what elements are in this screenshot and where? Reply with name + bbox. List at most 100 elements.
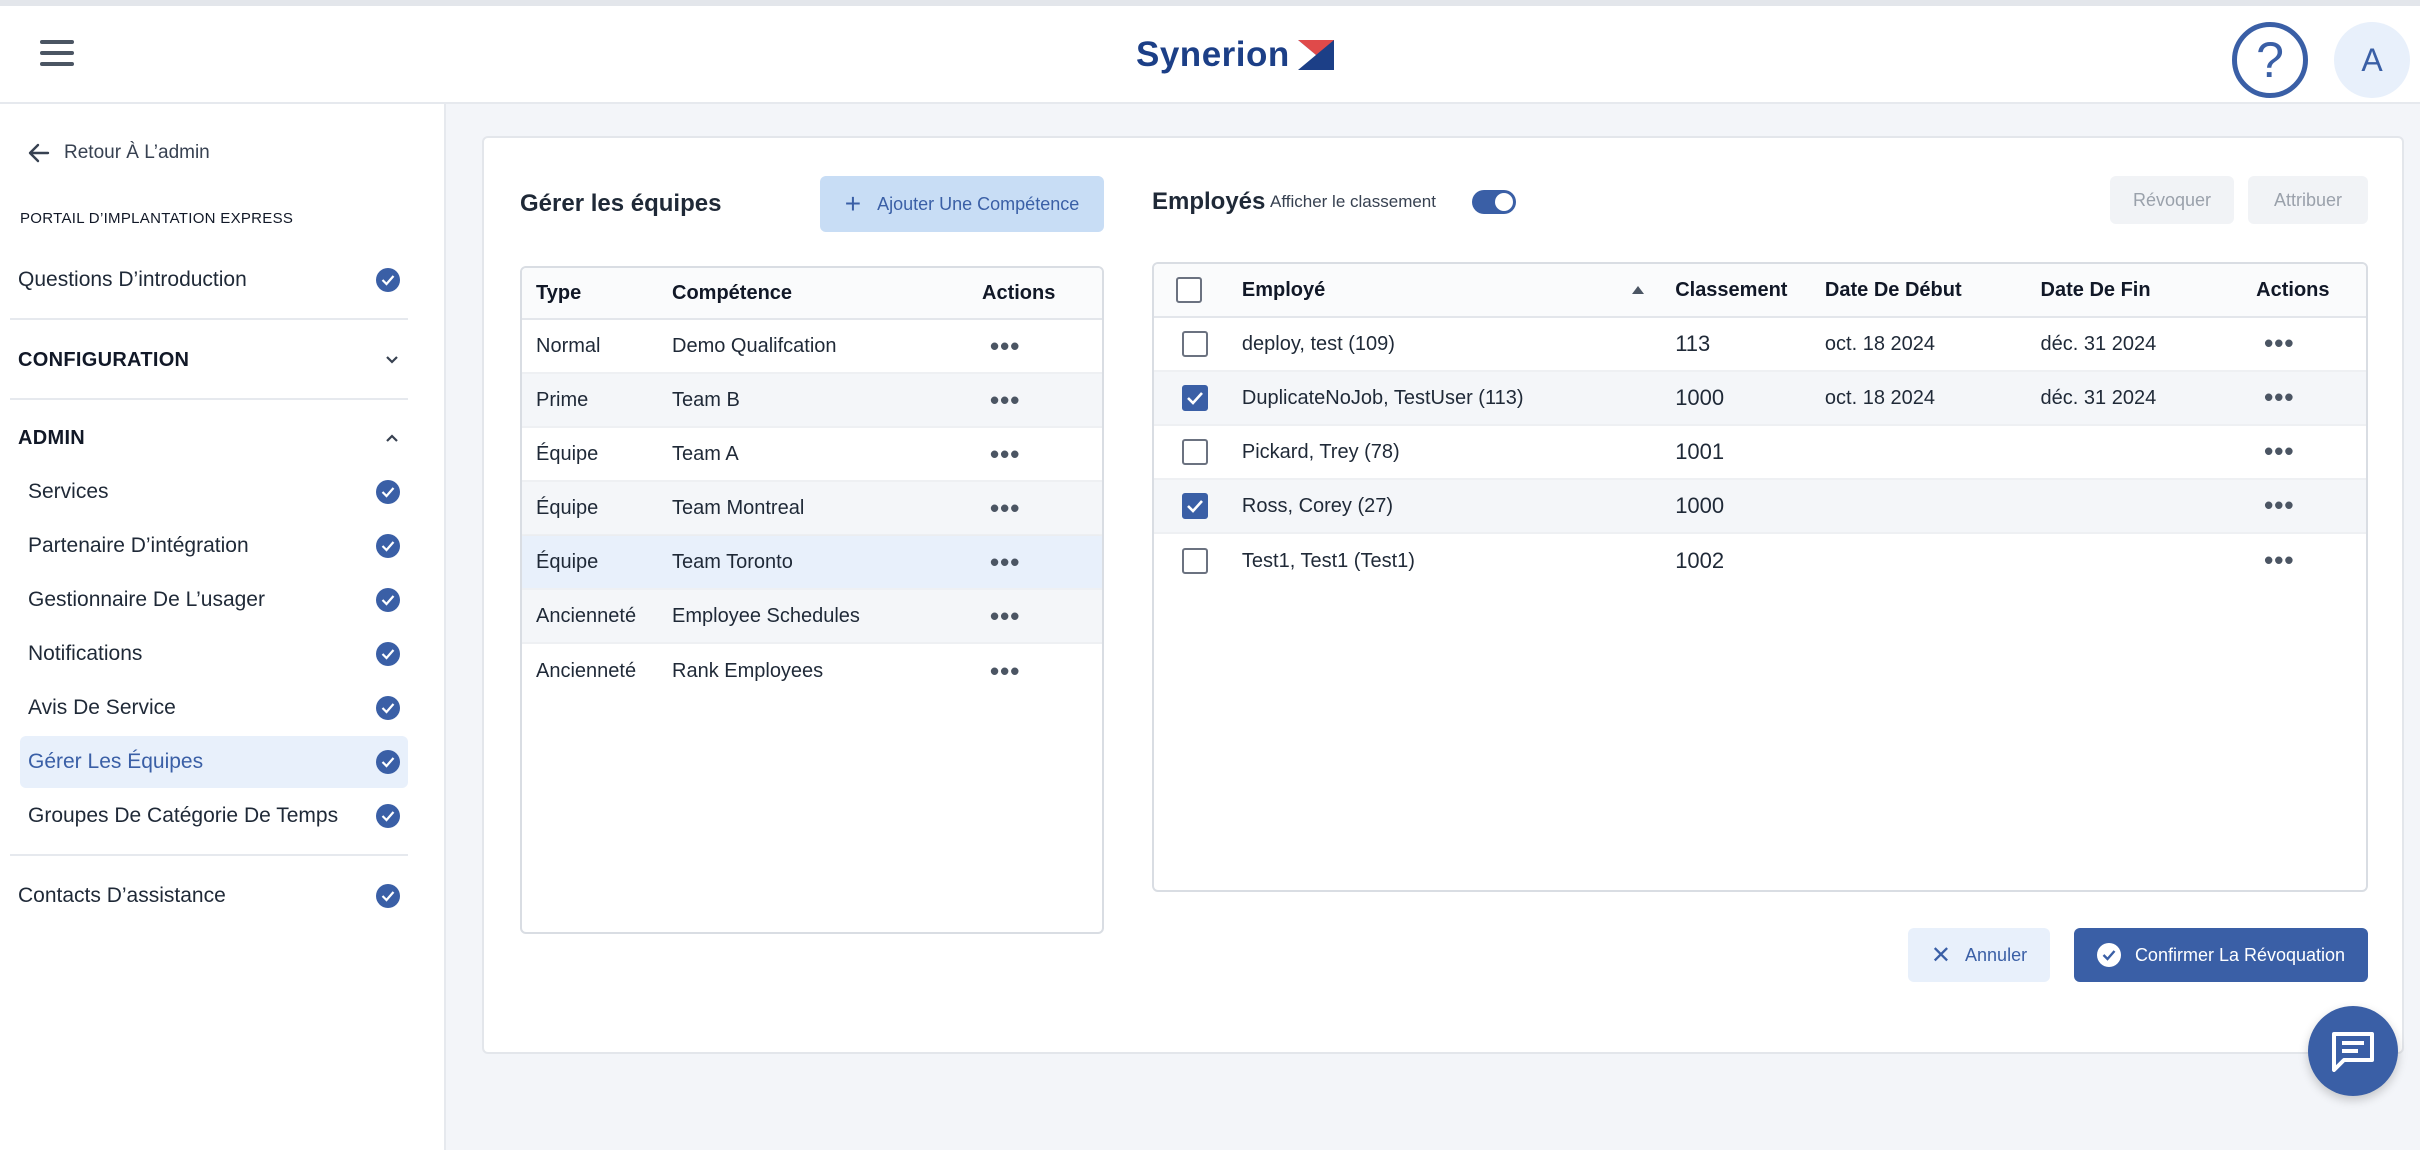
row-checkbox-checked[interactable] bbox=[1182, 385, 1208, 411]
sidebar-item-time-category-groups[interactable]: Groupes De Catégorie De Temps bbox=[20, 790, 408, 842]
row-checkbox[interactable] bbox=[1182, 548, 1208, 574]
row-checkbox-checked[interactable] bbox=[1182, 493, 1208, 519]
employees-title: Employés bbox=[1152, 188, 1266, 215]
sidebar-item-label: Groupes De Catégorie De Temps bbox=[28, 804, 339, 827]
row-checkbox[interactable] bbox=[1182, 439, 1208, 465]
sidebar-item-label: Avis De Service bbox=[28, 696, 176, 719]
plus-icon: + bbox=[844, 188, 862, 219]
more-actions-icon[interactable]: ••• bbox=[982, 495, 1028, 521]
column-skill[interactable]: Compétence bbox=[672, 282, 982, 305]
cell-type: Ancienneté bbox=[536, 659, 637, 682]
hamburger-icon[interactable] bbox=[40, 40, 76, 70]
column-actions: Actions bbox=[2256, 278, 2330, 301]
table-row[interactable]: DuplicateNoJob, TestUser (113) 1000 oct.… bbox=[1154, 372, 2366, 426]
confirm-label: Confirmer La Révoquation bbox=[2134, 944, 2346, 965]
sidebar-divider bbox=[10, 398, 408, 400]
arrow-left-icon bbox=[28, 143, 50, 163]
section-label: CONFIGURATION bbox=[18, 348, 190, 371]
sort-ascending-icon bbox=[1632, 286, 1645, 294]
column-rank[interactable]: Classement bbox=[1675, 279, 1825, 302]
table-row[interactable]: Pickard, Trey (78) 1001 ••• bbox=[1154, 426, 2366, 480]
sidebar-divider bbox=[10, 318, 408, 320]
more-actions-icon[interactable]: ••• bbox=[982, 658, 1028, 684]
sidebar-item-integration-partner[interactable]: Partenaire D’intégration bbox=[20, 520, 408, 572]
sidebar-item-intro-questions[interactable]: Questions D’introduction bbox=[10, 254, 408, 306]
table-row[interactable]: deploy, test (109) 113 oct. 18 2024 déc.… bbox=[1154, 318, 2366, 372]
sidebar-item-notifications[interactable]: Notifications bbox=[20, 628, 408, 680]
sidebar-section-configuration[interactable]: CONFIGURATION bbox=[10, 334, 408, 386]
confirm-revocation-button[interactable]: Confirmer La Révoquation bbox=[2074, 928, 2368, 982]
assign-button[interactable]: Attribuer bbox=[2248, 176, 2368, 224]
check-circle-icon bbox=[376, 480, 400, 504]
sidebar-item-label: Services bbox=[28, 480, 109, 503]
cell-start-date: oct. 18 2024 bbox=[1824, 386, 1936, 409]
sidebar-item-manage-teams[interactable]: Gérer Les Équipes bbox=[20, 736, 408, 788]
show-rank-toggle[interactable] bbox=[1472, 190, 1516, 214]
cell-type: Ancienneté bbox=[536, 604, 637, 627]
logo-text: Synerion bbox=[1136, 35, 1290, 74]
table-row[interactable]: Normal Demo Qualifcation ••• bbox=[522, 320, 1102, 374]
cell-rank: 1001 bbox=[1675, 439, 1725, 464]
sidebar-item-label: Notifications bbox=[28, 642, 143, 665]
more-actions-icon[interactable]: ••• bbox=[2256, 328, 2302, 358]
column-start-date[interactable]: Date De Début bbox=[1825, 279, 2041, 302]
back-to-admin-link[interactable]: Retour À L’admin bbox=[28, 142, 210, 164]
sidebar-item-service-notice[interactable]: Avis De Service bbox=[20, 682, 408, 734]
logo-flag-icon bbox=[1297, 40, 1334, 70]
check-circle-icon bbox=[376, 588, 400, 612]
cancel-button[interactable]: ✕ Annuler bbox=[1908, 928, 2050, 982]
revoke-button[interactable]: Révoquer bbox=[2110, 176, 2234, 224]
question-mark-icon: ? bbox=[2256, 32, 2284, 88]
more-actions-icon[interactable]: ••• bbox=[2256, 490, 2302, 520]
cell-rank: 113 bbox=[1675, 331, 1711, 356]
table-row[interactable]: Ancienneté Rank Employees ••• bbox=[522, 644, 1102, 698]
table-row[interactable]: Test1, Test1 (Test1) 1002 ••• bbox=[1154, 534, 2366, 588]
column-end-date[interactable]: Date De Fin bbox=[2041, 279, 2257, 302]
sidebar-item-label: Contacts D’assistance bbox=[18, 884, 226, 907]
table-row[interactable]: Prime Team B ••• bbox=[522, 374, 1102, 428]
cell-type: Équipe bbox=[536, 496, 599, 519]
cell-employee: deploy, test (109) bbox=[1241, 332, 1395, 355]
back-label: Retour À L’admin bbox=[64, 142, 210, 163]
table-row[interactable]: Équipe Team A ••• bbox=[522, 428, 1102, 482]
cell-employee: Pickard, Trey (78) bbox=[1241, 440, 1400, 463]
chat-button[interactable] bbox=[2308, 1006, 2398, 1096]
more-actions-icon[interactable]: ••• bbox=[982, 333, 1028, 359]
sidebar-section-admin[interactable]: ADMIN bbox=[10, 412, 408, 464]
main-card: Gérer les équipes + Ajouter Une Compéten… bbox=[482, 136, 2404, 1054]
check-circle-icon bbox=[376, 750, 400, 774]
table-row-selected[interactable]: Équipe Team Toronto ••• bbox=[522, 536, 1102, 590]
table-header: Type Compétence Actions bbox=[522, 268, 1102, 320]
cell-type: Équipe bbox=[536, 550, 599, 573]
cell-skill: Demo Qualifcation bbox=[672, 334, 837, 357]
check-circle-icon bbox=[376, 642, 400, 666]
more-actions-icon[interactable]: ••• bbox=[982, 603, 1028, 629]
avatar[interactable]: A bbox=[2334, 22, 2410, 98]
select-all-checkbox[interactable] bbox=[1176, 277, 1202, 303]
sidebar-item-support-contacts[interactable]: Contacts D’assistance bbox=[10, 870, 408, 922]
cell-skill: Team B bbox=[672, 388, 740, 411]
teams-title: Gérer les équipes bbox=[520, 190, 722, 217]
table-row[interactable]: Équipe Team Montreal ••• bbox=[522, 482, 1102, 536]
row-checkbox[interactable] bbox=[1182, 331, 1208, 357]
more-actions-icon[interactable]: ••• bbox=[982, 387, 1028, 413]
column-type[interactable]: Type bbox=[522, 282, 672, 305]
cell-end-date: déc. 31 2024 bbox=[2040, 332, 2157, 355]
table-row[interactable]: Ross, Corey (27) 1000 ••• bbox=[1154, 480, 2366, 534]
column-employee[interactable]: Employé bbox=[1242, 279, 1675, 302]
table-row[interactable]: Ancienneté Employee Schedules ••• bbox=[522, 590, 1102, 644]
chat-bubble-icon bbox=[2332, 1032, 2374, 1072]
add-skill-button[interactable]: + Ajouter Une Compétence bbox=[820, 176, 1104, 232]
more-actions-icon[interactable]: ••• bbox=[2256, 545, 2302, 575]
cell-start-date: oct. 18 2024 bbox=[1824, 332, 1936, 355]
more-actions-icon[interactable]: ••• bbox=[2256, 382, 2302, 412]
sidebar-item-services[interactable]: Services bbox=[20, 466, 408, 518]
sidebar-item-user-manager[interactable]: Gestionnaire De L’usager bbox=[20, 574, 408, 626]
more-actions-icon[interactable]: ••• bbox=[982, 549, 1028, 575]
more-actions-icon[interactable]: ••• bbox=[2256, 436, 2302, 466]
checkmark-icon bbox=[1187, 392, 1203, 405]
help-button[interactable]: ? bbox=[2232, 22, 2308, 98]
avatar-initial: A bbox=[2361, 41, 2383, 78]
table-header: Employé Classement Date De Début Date De… bbox=[1154, 264, 2366, 318]
more-actions-icon[interactable]: ••• bbox=[982, 441, 1028, 467]
